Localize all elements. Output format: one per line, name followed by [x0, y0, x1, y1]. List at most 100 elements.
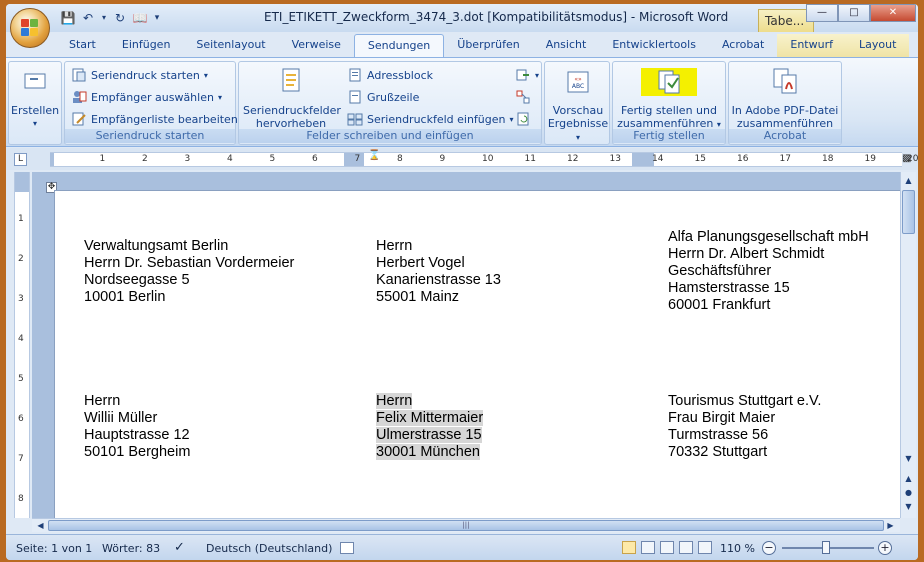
- acrobat-label-line1: In Adobe PDF-Datei: [731, 104, 839, 117]
- regeln-button[interactable]: ▾: [515, 67, 539, 83]
- tab-acrobat[interactable]: Acrobat: [709, 34, 777, 58]
- tab-entwicklertools[interactable]: Entwicklertools: [599, 34, 709, 58]
- indent-marker-icon[interactable]: ⌛: [368, 150, 380, 161]
- preview-abc-icon: «»ABC: [567, 71, 589, 93]
- label-cell-4[interactable]: Herrn Willii Müller Hauptstrasse 12 5010…: [84, 393, 190, 461]
- browse-object-icon[interactable]: ●: [902, 486, 915, 499]
- erstellen-button[interactable]: Erstellen ▾: [11, 66, 59, 130]
- outline-view-icon[interactable]: [679, 541, 693, 554]
- quick-access-toolbar: 💾 ↶ ▾ ↻ 📖 ▾: [60, 9, 162, 27]
- ruler-tick-label: 16: [737, 154, 749, 164]
- tab-sendungen[interactable]: Sendungen: [353, 34, 445, 58]
- label-cell-2[interactable]: Herrn Herbert Vogel Kanarienstrasse 13 5…: [376, 238, 501, 306]
- undo-dropdown-icon[interactable]: ▾: [100, 10, 108, 26]
- seriendruckfeld-einfuegen-button[interactable]: Seriendruckfeld einfügen ▾: [347, 111, 514, 127]
- ribbon: Erstellen ▾ Seriendruck starten ▾ Empfän…: [6, 57, 918, 147]
- horizontal-scrollbar[interactable]: ◀ ||| ▶: [32, 518, 900, 532]
- empfaengerliste-bearbeiten-button[interactable]: Empfängerliste bearbeiten: [71, 111, 238, 127]
- chevron-down-icon: ▾: [217, 92, 222, 102]
- group-seriendruck-starten: Seriendruck starten ▾ Empfänger auswähle…: [64, 61, 238, 145]
- customize-qat-icon[interactable]: ▾: [152, 10, 162, 26]
- redo-icon[interactable]: ↻: [112, 10, 128, 26]
- ruler-column-gap-2: [632, 153, 654, 166]
- seriendruck-starten-button[interactable]: Seriendruck starten ▾: [71, 67, 208, 83]
- proofing-icon[interactable]: ✓: [174, 540, 185, 555]
- view-ruler-icon[interactable]: ▩: [902, 153, 915, 166]
- horizontal-ruler[interactable]: ⌛ 1 2 3 4 5 6 7 8 9 10 11 12 13 14 15 16 17 18 19 20: [50, 150, 918, 167]
- office-button[interactable]: [10, 8, 50, 48]
- ruler-tick-label: 4: [18, 334, 24, 344]
- tab-start[interactable]: Start: [56, 34, 109, 58]
- zoom-slider-knob[interactable]: [822, 541, 830, 554]
- fertig-stellen-button[interactable]: Fertig stellen und zusammenführen ▾: [615, 66, 723, 131]
- zoom-out-icon[interactable]: −: [762, 541, 776, 555]
- address-block-icon: [349, 68, 361, 82]
- chevron-down-icon: ▾: [203, 70, 208, 80]
- scroll-right-icon[interactable]: ▶: [884, 519, 897, 532]
- etiketten-aktualisieren-button[interactable]: [515, 111, 531, 127]
- felder-zuordnen-button[interactable]: [515, 89, 531, 105]
- horizontal-scroll-thumb[interactable]: |||: [48, 520, 884, 531]
- undo-icon[interactable]: ↶: [80, 10, 96, 26]
- scroll-up-icon[interactable]: ▲: [902, 174, 915, 187]
- ruler-tick-label: 5: [18, 374, 24, 384]
- zoom-in-icon[interactable]: +: [878, 541, 892, 555]
- draft-view-icon[interactable]: [698, 541, 712, 554]
- document-page[interactable]: Verwaltungsamt Berlin Herrn Dr. Sebastia…: [54, 190, 900, 518]
- language-indicator[interactable]: Deutsch (Deutschland): [206, 542, 332, 555]
- edit-list-icon: [72, 112, 86, 126]
- group-label-acrobat: Acrobat: [729, 129, 841, 143]
- macro-record-icon[interactable]: [340, 542, 354, 554]
- insert-field-icon: [347, 113, 363, 126]
- print-preview-icon[interactable]: 📖: [132, 10, 148, 26]
- label-cell-5-selected[interactable]: Herrn Felix Mittermaier Ulmerstrasse 15 …: [376, 393, 484, 461]
- ruler-tick-label: 4: [227, 154, 233, 164]
- label-line: 55001 Mainz: [376, 289, 460, 305]
- label-cell-3[interactable]: Alfa Planungsgesellschaft mbH Herrn Dr. …: [668, 229, 869, 314]
- tab-einfuegen[interactable]: Einfügen: [109, 34, 184, 58]
- label-cell-6[interactable]: Tourismus Stuttgart e.V. Frau Birgit Mai…: [668, 393, 821, 461]
- word-count[interactable]: Wörter: 83: [102, 542, 160, 555]
- group-erstellen: Erstellen ▾: [8, 61, 62, 145]
- adobe-pdf-zusammenfuehren-button[interactable]: In Adobe PDF-Datei zusammenführen: [731, 66, 839, 130]
- print-layout-view-icon[interactable]: [622, 541, 636, 554]
- tab-entwurf[interactable]: Entwurf: [777, 34, 846, 58]
- zoom-level[interactable]: 110 %: [720, 542, 755, 555]
- tab-ueberpruefen[interactable]: Überprüfen: [444, 34, 532, 58]
- web-layout-view-icon[interactable]: [660, 541, 674, 554]
- window-title: ETI_ETIKETT_Zweckform_3474_3.dot [Kompat…: [264, 10, 729, 24]
- vertical-ruler[interactable]: 1 2 3 4 5 6 7 8: [14, 172, 30, 518]
- tab-ansicht[interactable]: Ansicht: [533, 34, 600, 58]
- label-line: 30001 München: [376, 444, 483, 461]
- ruler-tick-label: 7: [18, 454, 24, 464]
- label-cell-1[interactable]: Verwaltungsamt Berlin Herrn Dr. Sebastia…: [84, 238, 294, 306]
- empfaenger-auswaehlen-label: Empfänger auswählen: [91, 90, 214, 104]
- label-line: Frau Birgit Maier: [668, 410, 776, 426]
- erstellen-label: Erstellen: [11, 104, 60, 117]
- adressblock-button[interactable]: Adressblock: [347, 67, 433, 83]
- seriendruckfelder-hervorheben-button[interactable]: Seriendruckfelder hervorheben: [243, 66, 341, 130]
- minimize-button[interactable]: —: [806, 4, 838, 22]
- previous-page-icon[interactable]: ▲: [902, 472, 915, 485]
- vertical-scroll-thumb[interactable]: [902, 190, 915, 234]
- next-page-icon[interactable]: ▼: [902, 500, 915, 513]
- tab-layout[interactable]: Layout: [845, 34, 910, 58]
- label-line: Ulmerstrasse 15: [376, 427, 483, 444]
- scroll-down-icon[interactable]: ▼: [902, 452, 915, 465]
- hervorheben-label-line1: Seriendruckfelder: [243, 104, 341, 117]
- vertical-scrollbar[interactable]: ▲ ▼ ▲ ● ▼: [900, 172, 916, 518]
- grusszeile-button[interactable]: Grußzeile: [347, 89, 419, 105]
- tab-selector[interactable]: L: [14, 153, 27, 166]
- full-screen-reading-view-icon[interactable]: [641, 541, 655, 554]
- scroll-left-icon[interactable]: ◀: [34, 519, 47, 532]
- vorschau-ergebnisse-button[interactable]: «» ABC Vorschau Ergebnisse ▾: [547, 66, 609, 144]
- tab-seitenlayout[interactable]: Seitenlayout: [183, 34, 278, 58]
- recipients-icon: [73, 91, 87, 103]
- label-line: Kanarienstrasse 13: [376, 272, 501, 288]
- maximize-button[interactable]: □: [838, 4, 870, 22]
- close-button[interactable]: ✕: [870, 4, 916, 22]
- page-count[interactable]: Seite: 1 von 1: [16, 542, 92, 555]
- save-icon[interactable]: 💾: [60, 10, 76, 26]
- tab-verweise[interactable]: Verweise: [279, 34, 354, 58]
- empfaenger-auswaehlen-button[interactable]: Empfänger auswählen ▾: [71, 89, 222, 105]
